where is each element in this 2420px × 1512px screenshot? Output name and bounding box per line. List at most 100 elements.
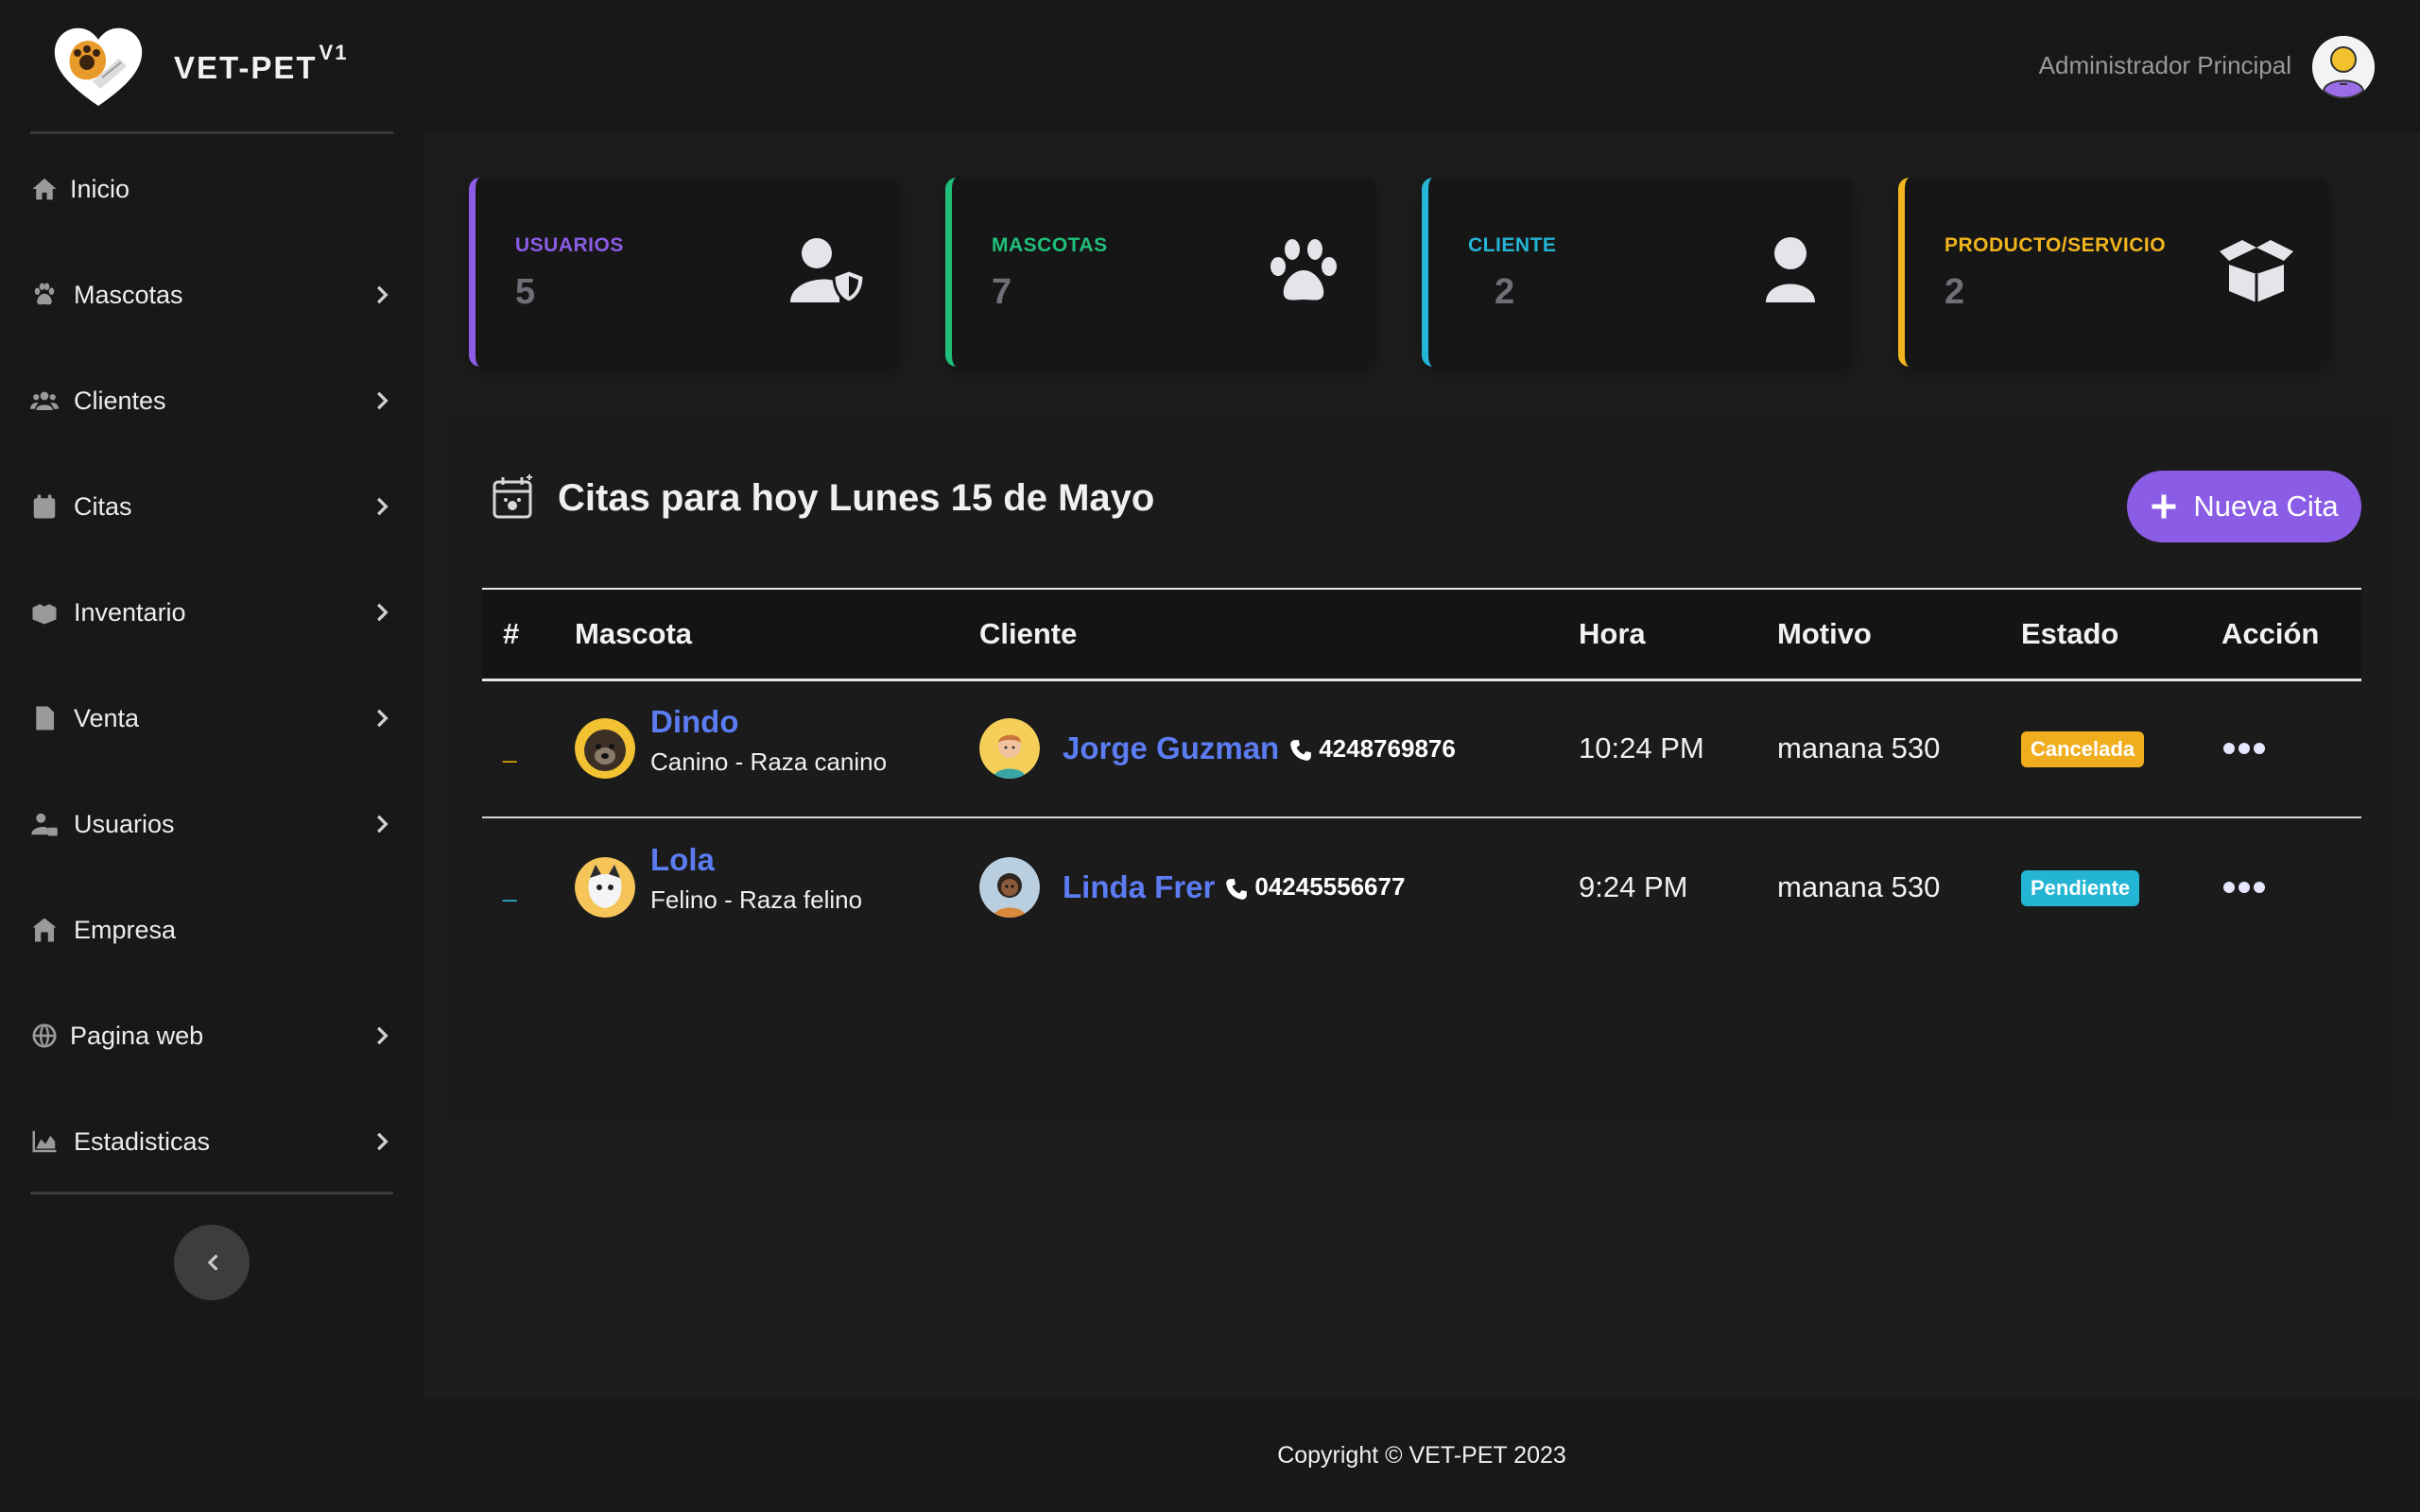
status-badge: Cancelada bbox=[2021, 731, 2145, 768]
appointment-time: 9:24 PM bbox=[1579, 869, 1688, 903]
building-icon bbox=[28, 914, 60, 946]
main-content: USUARIOS 5 MASCOTAS 7 CLIENTE 2 PRODUCTO… bbox=[424, 132, 2420, 1399]
sidebar-item-label: Estadisticas bbox=[74, 1126, 211, 1156]
sidebar-item-label: Clientes bbox=[74, 386, 166, 415]
client-avatar bbox=[979, 856, 1040, 918]
sidebar-item-estadisticas[interactable]: Estadisticas bbox=[28, 1113, 397, 1170]
appointments-table: # Mascota Cliente Hora Motivo Estado Acc… bbox=[482, 588, 2361, 955]
column-header-accion[interactable]: Acción bbox=[2201, 588, 2361, 681]
paw-icon bbox=[28, 279, 60, 311]
chevron-right-icon bbox=[371, 811, 397, 837]
chevron-right-icon bbox=[371, 599, 397, 626]
appointment-time: 10:24 PM bbox=[1558, 679, 1756, 818]
column-header-mascota[interactable]: Mascota bbox=[554, 588, 959, 681]
stat-card-title: USUARIOS bbox=[515, 234, 624, 256]
stat-card-usuarios[interactable]: USUARIOS 5 bbox=[469, 178, 900, 367]
pet-details: Felino - Raza felino bbox=[650, 885, 863, 914]
user-icon bbox=[1741, 236, 1819, 304]
stat-card-mascotas[interactable]: MASCOTAS 7 bbox=[945, 178, 1376, 367]
phone-icon bbox=[1224, 875, 1249, 900]
stat-card-value: 5 bbox=[515, 272, 536, 312]
chevron-right-icon bbox=[371, 387, 397, 414]
pet-details: Canino - Raza canino bbox=[650, 747, 888, 776]
stat-card-title: PRODUCTO/SERVICIO bbox=[1945, 234, 2167, 256]
column-header-motivo[interactable]: Motivo bbox=[1756, 588, 2000, 681]
client-name-link[interactable]: Linda Frer bbox=[1063, 869, 1215, 905]
sidebar-item-label: Citas bbox=[74, 491, 132, 521]
sidebar-item-label: Mascotas bbox=[74, 280, 183, 309]
new-appointment-button[interactable]: Nueva Cita bbox=[2127, 471, 2361, 542]
sidebar-item-pagina-web[interactable]: Pagina web bbox=[28, 1007, 397, 1064]
column-header-cliente[interactable]: Cliente bbox=[959, 588, 1558, 681]
home-icon bbox=[28, 173, 60, 205]
row-number: _ bbox=[503, 735, 517, 765]
new-appointment-label: Nueva Cita bbox=[2193, 490, 2339, 523]
column-header-num[interactable]: # bbox=[482, 588, 554, 681]
table-row: _ Dindo Canino - Raza canino Jorge Guzma… bbox=[482, 679, 2361, 818]
row-number: _ bbox=[503, 873, 517, 902]
users-icon bbox=[28, 385, 60, 417]
chevron-right-icon bbox=[371, 1022, 397, 1049]
appointments-title: Citas para hoy Lunes 15 de Mayo bbox=[558, 477, 1155, 519]
sidebar-item-citas[interactable]: Citas bbox=[28, 478, 397, 535]
stat-card-value: 2 bbox=[1495, 272, 1515, 312]
sidebar-item-inventario[interactable]: Inventario bbox=[28, 584, 397, 641]
sidebar-item-label: Pagina web bbox=[70, 1021, 204, 1050]
chevron-right-icon bbox=[371, 705, 397, 731]
sidebar-item-label: Usuarios bbox=[74, 809, 175, 838]
sidebar-item-empresa[interactable]: Empresa bbox=[28, 902, 397, 958]
stat-card-cliente[interactable]: CLIENTE 2 bbox=[1422, 178, 1853, 367]
stat-card-value: 7 bbox=[992, 272, 1012, 312]
sidebar-item-inicio[interactable]: Inicio bbox=[28, 161, 397, 217]
pet-name-link[interactable]: Dindo bbox=[650, 704, 887, 740]
more-actions-icon[interactable] bbox=[2221, 731, 2267, 755]
brand[interactable]: VET-PETV1 bbox=[49, 25, 399, 110]
chart-area-icon bbox=[28, 1125, 60, 1158]
user-shield-icon bbox=[788, 236, 866, 304]
user-lock-icon bbox=[28, 808, 60, 840]
sidebar-item-label: Inicio bbox=[70, 174, 130, 203]
sidebar-item-label: Empresa bbox=[74, 915, 177, 944]
sidebar-collapse-button[interactable] bbox=[174, 1225, 250, 1300]
chevron-right-icon bbox=[371, 1128, 397, 1155]
stat-card-value: 2 bbox=[1945, 272, 1965, 312]
sidebar-item-label: Venta bbox=[74, 703, 140, 732]
chevron-left-icon bbox=[207, 1254, 218, 1271]
sidebar-item-label: Inventario bbox=[74, 597, 186, 627]
topbar: Administrador Principal bbox=[424, 0, 2420, 132]
plus-icon bbox=[2152, 494, 2176, 519]
sidebar: VET-PETV1 Inicio Mascotas Clientes Citas… bbox=[0, 0, 424, 1399]
user-avatar[interactable] bbox=[2312, 36, 2375, 98]
column-header-estado[interactable]: Estado bbox=[2000, 588, 2201, 681]
sidebar-item-clientes[interactable]: Clientes bbox=[28, 372, 397, 429]
chevron-right-icon bbox=[371, 282, 397, 308]
pet-name-link[interactable]: Lola bbox=[650, 842, 862, 878]
globe-icon bbox=[28, 1020, 60, 1052]
sidebar-divider-bottom bbox=[30, 1192, 393, 1194]
status-badge: Pendiente bbox=[2021, 869, 2140, 906]
sidebar-item-venta[interactable]: Venta bbox=[28, 690, 397, 747]
user-name[interactable]: Administrador Principal bbox=[2039, 51, 2291, 80]
client-phone: 04245556677 bbox=[1254, 872, 1406, 901]
client-name-link[interactable]: Jorge Guzman bbox=[1063, 730, 1279, 766]
column-header-hora[interactable]: Hora bbox=[1558, 588, 1756, 681]
calendar-paw-icon bbox=[492, 472, 535, 520]
pet-avatar bbox=[575, 856, 635, 918]
phone-icon bbox=[1288, 736, 1313, 762]
stat-card-producto-servicio[interactable]: PRODUCTO/SERVICIO 2 bbox=[1898, 178, 2329, 367]
vet-pet-logo bbox=[49, 25, 147, 110]
box-open-icon bbox=[2218, 236, 2295, 304]
appointment-reason: manana 530 bbox=[1777, 869, 1941, 903]
table-row: _ Lola Felino - Raza felino Linda Frer 0… bbox=[482, 817, 2361, 955]
chevron-right-icon bbox=[371, 493, 397, 520]
boxes-icon bbox=[28, 596, 60, 628]
invoice-icon bbox=[28, 702, 60, 734]
more-actions-icon[interactable] bbox=[2221, 870, 2267, 893]
table-header-row: # Mascota Cliente Hora Motivo Estado Acc… bbox=[482, 588, 2361, 681]
paw-icon bbox=[1265, 236, 1342, 304]
sidebar-item-mascotas[interactable]: Mascotas bbox=[28, 266, 397, 323]
stat-card-title: CLIENTE bbox=[1468, 234, 1557, 256]
client-phone: 4248769876 bbox=[1319, 733, 1456, 763]
sidebar-item-usuarios[interactable]: Usuarios bbox=[28, 796, 397, 852]
sidebar-divider-top bbox=[30, 131, 393, 134]
